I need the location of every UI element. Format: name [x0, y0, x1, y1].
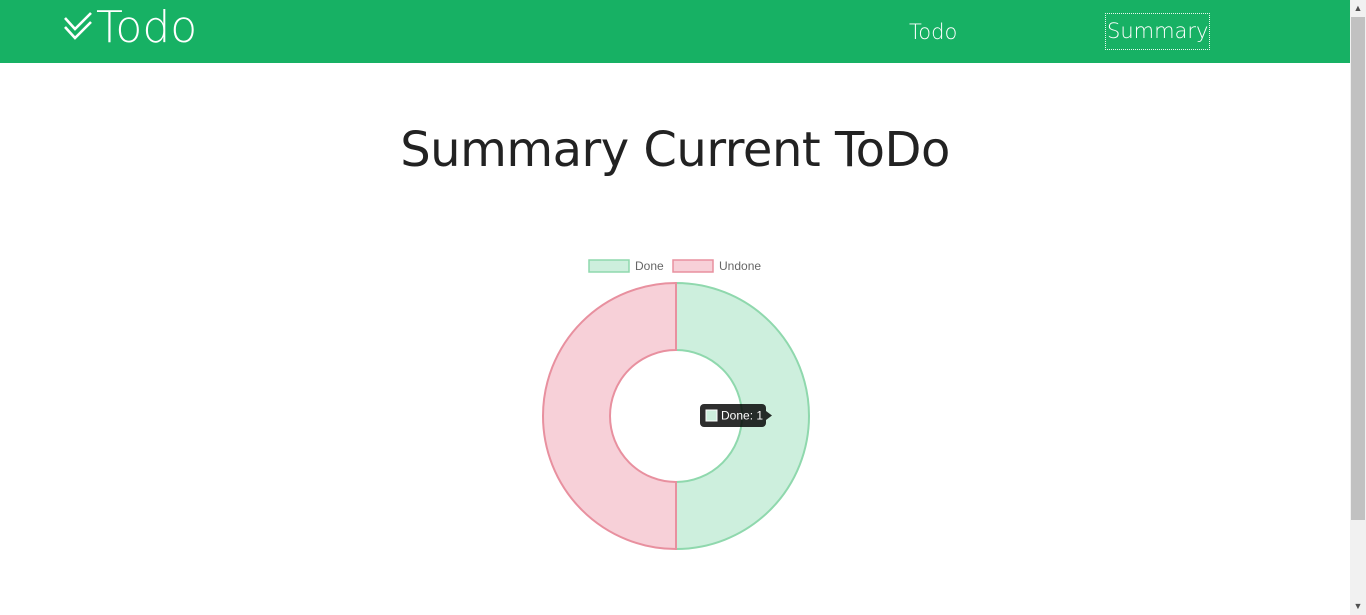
legend-label-done: Done	[635, 259, 664, 273]
brand-name: Todo	[96, 2, 198, 53]
doughnut-chart[interactable]: Done Undone Done: 1	[500, 250, 850, 560]
scroll-up-arrow-icon[interactable]: ▲	[1350, 0, 1366, 17]
tooltip-swatch	[705, 409, 718, 422]
vertical-scrollbar[interactable]: ▲ ▼	[1350, 0, 1366, 615]
page-title: Summary Current ToDo	[400, 122, 950, 178]
doughnut-slice-undone	[542, 281, 677, 551]
scroll-down-arrow-icon[interactable]: ▼	[1350, 598, 1366, 615]
nav-link-todo[interactable]: Todo	[909, 15, 957, 49]
scrollbar-thumb[interactable]	[1351, 17, 1365, 520]
nav-link-summary[interactable]: Summary	[1105, 13, 1211, 50]
legend-label-undone: Undone	[719, 259, 761, 273]
double-check-icon	[64, 12, 92, 40]
legend-swatch-done	[588, 259, 630, 273]
brand-link[interactable]: Todo	[62, 4, 197, 52]
navbar: Todo Todo Summary	[0, 0, 1350, 63]
legend-swatch-undone	[672, 259, 714, 273]
tooltip-text: Done: 1	[721, 409, 763, 423]
